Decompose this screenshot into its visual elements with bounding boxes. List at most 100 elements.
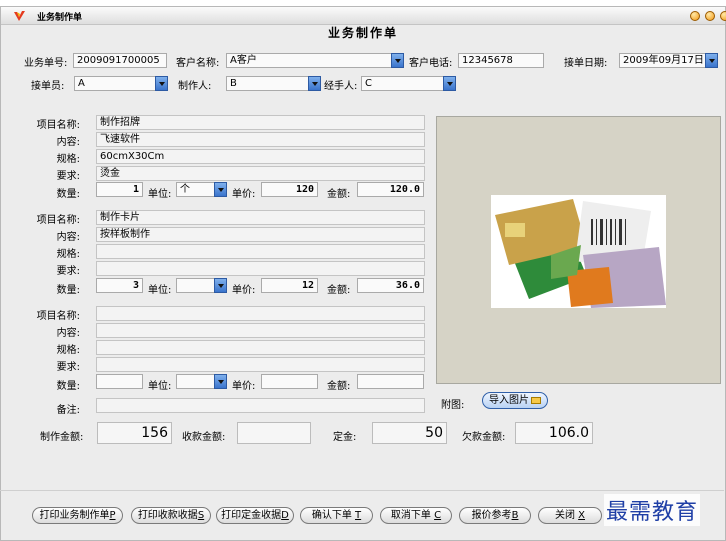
item1-spec-label: 规格: [56, 154, 80, 165]
import-image-button[interactable]: 导入图片 [482, 392, 548, 409]
owed-amount-label: 欠款金额: [462, 432, 506, 443]
confirm-order-key: T [355, 510, 362, 521]
owed-amount-field[interactable]: 106.0 [515, 422, 593, 444]
maker-value: B [230, 78, 237, 89]
credit-cards-image [491, 195, 666, 308]
watermark-text: 最需教育 [604, 494, 701, 526]
order-no-field[interactable]: 2009091700005 [73, 53, 167, 68]
quote-reference-button[interactable]: 报价参考B [459, 507, 531, 524]
phone-field[interactable]: 12345678 [458, 53, 544, 68]
cancel-order-key: C [434, 510, 442, 521]
deposit-label: 定金: [333, 432, 357, 443]
customer-select[interactable]: A客户 [226, 53, 404, 68]
item1-price-label: 单价: [232, 189, 256, 200]
quote-reference-label: 报价参考 [471, 510, 512, 521]
item1-content-field[interactable]: 飞速软件 [96, 132, 425, 147]
import-image-label: 导入图片 [489, 395, 529, 406]
item2-unit-label: 单位: [148, 285, 172, 296]
item2-amount-field[interactable]: 36.0 [357, 278, 424, 293]
received-amount-label: 收款金额: [182, 432, 226, 443]
chevron-down-icon[interactable] [705, 53, 718, 68]
item2-spec-field[interactable] [96, 244, 425, 259]
minimize-button[interactable] [690, 11, 700, 21]
date-label: 接单日期: [564, 58, 608, 69]
close-window-button[interactable] [720, 11, 726, 21]
attachment-image-panel [436, 116, 721, 384]
item3-amount-field[interactable] [357, 374, 424, 389]
item1-amount-field[interactable]: 120.0 [357, 182, 424, 197]
handler-select[interactable]: C [361, 76, 456, 91]
attach-label: 附图: [441, 400, 465, 411]
chevron-down-icon[interactable] [214, 278, 227, 293]
print-order-label: 打印业务制作单 [39, 510, 110, 521]
date-value: 2009年09月17日 [623, 55, 704, 66]
item2-qty-field[interactable]: 3 [96, 278, 143, 293]
item2-req-label: 要求: [56, 266, 80, 277]
chevron-down-icon[interactable] [214, 182, 227, 197]
item2-price-field[interactable]: 12 [261, 278, 318, 293]
item3-spec-label: 规格: [56, 345, 80, 356]
chevron-down-icon[interactable] [308, 76, 321, 91]
item3-content-field[interactable] [96, 323, 425, 338]
item1-name-label: 项目名称: [36, 120, 80, 131]
print-receipt-label: 打印收款收据 [137, 510, 198, 521]
title-bar[interactable]: 业务制作单 [1, 7, 726, 25]
item2-req-field[interactable] [96, 261, 425, 276]
item3-qty-field[interactable] [96, 374, 143, 389]
make-amount-label: 制作金额: [40, 432, 84, 443]
remark-field[interactable] [96, 398, 425, 413]
deposit-field[interactable]: 50 [372, 422, 447, 444]
maker-select[interactable]: B [226, 76, 321, 91]
app-logo-icon [14, 11, 25, 21]
item1-price-field[interactable]: 120 [261, 182, 318, 197]
item1-spec-field[interactable]: 60cmX30Cm [96, 149, 425, 164]
item3-req-field[interactable] [96, 357, 425, 372]
customer-label: 客户名称: [176, 58, 220, 69]
received-amount-field[interactable] [237, 422, 311, 444]
receiver-value: A [78, 78, 85, 89]
print-deposit-key: D [281, 510, 289, 521]
cancel-order-button[interactable]: 取消下单 C [380, 507, 452, 524]
item3-unit-label: 单位: [148, 381, 172, 392]
confirm-order-button[interactable]: 确认下单 T [300, 507, 373, 524]
item3-qty-label: 数量: [56, 381, 80, 392]
item2-content-field[interactable]: 按样板制作 [96, 227, 425, 242]
handler-value: C [365, 78, 372, 89]
confirm-order-label: 确认下单 [311, 510, 352, 521]
chevron-down-icon[interactable] [155, 76, 168, 91]
chevron-down-icon[interactable] [391, 53, 404, 68]
date-picker[interactable]: 2009年09月17日 [619, 53, 718, 68]
item3-unit-select[interactable] [176, 374, 227, 389]
item3-content-label: 内容: [56, 328, 80, 339]
item2-unit-select[interactable] [176, 278, 227, 293]
print-deposit-button[interactable]: 打印定金收据D [216, 507, 294, 524]
item2-name-field[interactable]: 制作卡片 [96, 210, 425, 225]
item3-price-field[interactable] [261, 374, 318, 389]
print-receipt-button[interactable]: 打印收款收据S [131, 507, 211, 524]
item3-price-label: 单价: [232, 381, 256, 392]
item1-qty-field[interactable]: 1 [96, 182, 143, 197]
phone-label: 客户电话: [409, 58, 453, 69]
receiver-select[interactable]: A [74, 76, 168, 91]
customer-value: A客户 [230, 55, 257, 66]
item3-name-field[interactable] [96, 306, 425, 321]
folder-icon [531, 397, 541, 404]
item1-unit-select[interactable]: 个 [176, 182, 227, 197]
print-receipt-key: S [197, 510, 205, 521]
form-title: 业务制作单 [327, 26, 398, 40]
chevron-down-icon[interactable] [443, 76, 456, 91]
chevron-down-icon[interactable] [214, 374, 227, 389]
item1-req-field[interactable]: 烫金 [96, 166, 425, 181]
item1-amount-label: 金额: [327, 189, 351, 200]
item2-qty-label: 数量: [56, 285, 80, 296]
maximize-button[interactable] [705, 11, 715, 21]
print-order-button[interactable]: 打印业务制作单P [32, 507, 123, 524]
item2-name-label: 项目名称: [36, 215, 80, 226]
item1-name-field[interactable]: 制作招牌 [96, 115, 425, 130]
item3-spec-field[interactable] [96, 340, 425, 355]
make-amount-field[interactable]: 156 [97, 422, 172, 444]
footer-divider [0, 490, 724, 491]
maker-label: 制作人: [178, 81, 212, 92]
cancel-order-label: 取消下单 [390, 510, 431, 521]
close-form-button[interactable]: 关闭 X [538, 507, 602, 524]
